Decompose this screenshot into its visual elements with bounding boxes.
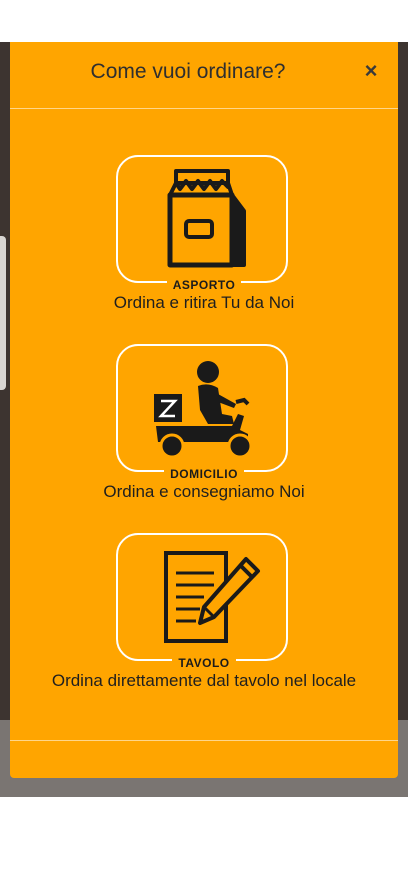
- option-domicilio-tag: DOMICILIO: [10, 465, 398, 483]
- modal-footer-divider: [10, 740, 398, 741]
- option-tavolo-tag: TAVOLO: [10, 654, 398, 672]
- modal-title: Come vuoi ordinare?: [90, 60, 286, 83]
- bottom-area: [0, 797, 408, 883]
- top-bar: [0, 0, 408, 42]
- delivery-scooter-icon: [154, 361, 253, 459]
- table-order-icon: [164, 551, 260, 643]
- side-scroll-handle[interactable]: [0, 236, 6, 390]
- option-tavolo-description: Ordina direttamente dal tavolo nel local…: [51, 671, 357, 690]
- order-type-modal: Come vuoi ordinare? × ASPORTO Ordina e r…: [10, 42, 398, 778]
- takeaway-bag-icon: [167, 169, 246, 268]
- close-icon[interactable]: ×: [360, 60, 382, 82]
- modal-header: Come vuoi ordinare? ×: [10, 42, 398, 109]
- option-domicilio-description: Ordina e consegniamo Noi: [103, 482, 305, 501]
- option-asporto-description: Ordina e ritira Tu da Noi: [113, 293, 295, 312]
- option-asporto-tag: ASPORTO: [10, 276, 398, 294]
